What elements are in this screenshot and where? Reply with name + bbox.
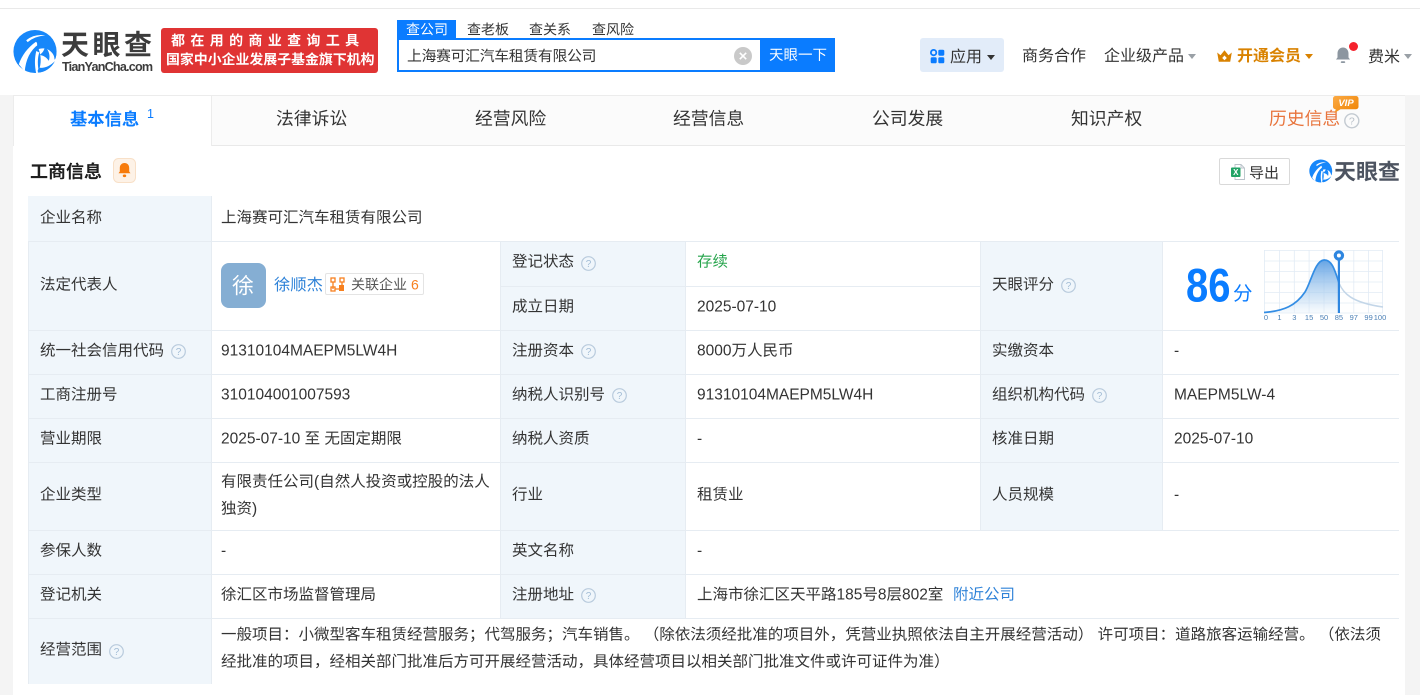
svg-text:?: ?	[1097, 391, 1103, 402]
svg-text:?: ?	[617, 391, 623, 402]
svg-text:3: 3	[1292, 313, 1296, 322]
svg-text:MAEPM5LW-4: MAEPM5LW-4	[1174, 387, 1275, 404]
svg-text:91310104MAEPM5LW4H: 91310104MAEPM5LW4H	[697, 387, 873, 404]
svg-text:-: -	[697, 543, 702, 560]
svg-text:91310104MAEPM5LW4H: 91310104MAEPM5LW4H	[221, 343, 397, 360]
svg-text:?: ?	[1349, 115, 1355, 127]
svg-text:8000: 8000	[697, 343, 732, 360]
svg-text:86: 86	[1186, 259, 1231, 312]
svg-text:2025-07-10: 2025-07-10	[1174, 431, 1254, 448]
svg-text:?: ?	[586, 591, 592, 602]
svg-text:185: 185	[837, 587, 863, 604]
svg-text:0: 0	[1264, 313, 1268, 322]
svg-text:?: ?	[176, 347, 182, 358]
svg-text:2025-07-10: 2025-07-10	[697, 298, 777, 315]
svg-text:-: -	[1174, 487, 1179, 504]
svg-text:1: 1	[147, 107, 154, 121]
svg-text:85: 85	[1335, 313, 1343, 322]
svg-text:X: X	[1233, 168, 1239, 177]
svg-text:VIP: VIP	[1338, 98, 1354, 109]
svg-text:-: -	[1174, 343, 1179, 360]
svg-text:310104001007593: 310104001007593	[221, 387, 350, 404]
svg-text:802: 802	[902, 587, 928, 604]
svg-text:1: 1	[1277, 313, 1281, 322]
svg-text:?: ?	[586, 259, 592, 270]
svg-text:-: -	[697, 431, 702, 448]
svg-text:-: -	[221, 543, 226, 560]
svg-text:100: 100	[1374, 313, 1387, 322]
svg-text:?: ?	[586, 347, 592, 358]
svg-text:50: 50	[1320, 313, 1328, 322]
svg-text:99: 99	[1364, 313, 1372, 322]
svg-text:97: 97	[1350, 313, 1358, 322]
svg-text:6: 6	[411, 276, 419, 292]
svg-text:?: ?	[114, 647, 120, 658]
svg-text:2025-07-10: 2025-07-10	[221, 431, 305, 448]
svg-text:8: 8	[878, 587, 887, 604]
svg-text:15: 15	[1305, 313, 1313, 322]
svg-text:TianYanCha.com: TianYanCha.com	[62, 60, 153, 74]
svg-text:): )	[252, 500, 257, 517]
svg-text:(: (	[314, 473, 320, 490]
svg-text:?: ?	[1066, 281, 1072, 292]
